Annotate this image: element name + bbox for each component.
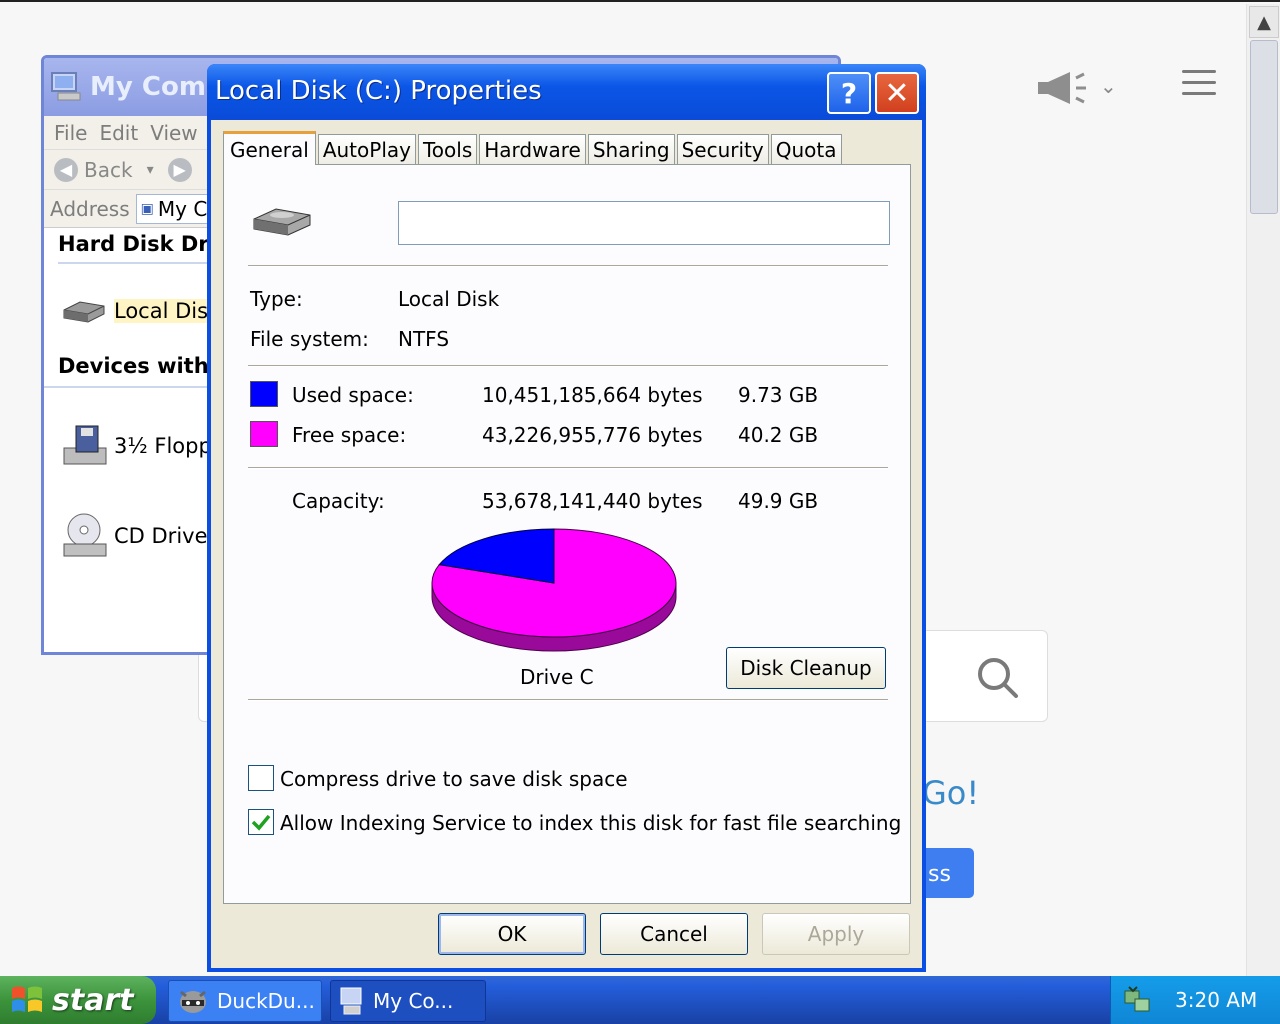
start-button[interactable]: start [0, 976, 156, 1024]
separator [248, 265, 888, 267]
back-button[interactable]: Back [84, 158, 133, 182]
free-space-bytes: 43,226,955,776 bytes [482, 423, 703, 447]
clock: 3:20 AM [1175, 988, 1258, 1012]
menu-edit[interactable]: Edit [99, 121, 138, 145]
cd-icon [63, 513, 107, 557]
tab-quota[interactable]: Quota [770, 134, 842, 164]
properties-dialog: Local Disk (C:) Properties ? ✕ General A… [207, 64, 926, 972]
close-button[interactable]: ✕ [875, 72, 919, 114]
computer-icon [51, 72, 81, 101]
tab-sharing[interactable]: Sharing [587, 134, 675, 164]
dialog-title: Local Disk (C:) Properties [215, 76, 542, 106]
tagline-fragment: Go! [922, 774, 980, 812]
item-floppy-label: 3½ Flopp [114, 434, 212, 458]
tab-autoplay[interactable]: AutoPlay [317, 134, 416, 164]
drive-icon [253, 208, 311, 236]
free-space-gb: 40.2 GB [738, 423, 819, 447]
disk-usage-pie [431, 528, 677, 652]
separator [248, 699, 888, 701]
cancel-button[interactable]: Cancel [600, 913, 748, 955]
forward-arrow-icon[interactable]: ▶ [167, 157, 192, 182]
network-tray-icon[interactable] [1123, 985, 1153, 1015]
compress-checkbox[interactable] [248, 765, 274, 791]
separator [248, 467, 888, 469]
scroll-up-button[interactable]: ▲ [1249, 6, 1279, 38]
free-space-swatch [250, 421, 278, 447]
disk-cleanup-button[interactable]: Disk Cleanup [726, 647, 886, 689]
taskbar: start DuckDu... My Co... 3:20 AM [0, 976, 1280, 1024]
tab-tools[interactable]: Tools [417, 134, 478, 164]
task-my-computer-label: My Co... [373, 989, 454, 1013]
back-arrow-icon[interactable]: ◀ [54, 157, 78, 182]
pie-top [431, 528, 677, 638]
back-dropdown-icon[interactable]: ▾ [147, 162, 154, 178]
item-floppy[interactable]: 3½ Flopp [62, 424, 212, 468]
drive-icon [63, 301, 105, 323]
indexing-label[interactable]: Allow Indexing Service to index this dis… [280, 811, 901, 835]
file-system-value: NTFS [398, 327, 450, 351]
floppy-icon [63, 425, 107, 465]
ok-button[interactable]: OK [438, 913, 586, 955]
section-removable: Devices with [58, 354, 209, 378]
item-cd-drive[interactable]: CD Drive [62, 512, 208, 560]
capacity-label: Capacity: [292, 489, 385, 513]
file-system-label: File system: [250, 327, 369, 351]
capacity-bytes: 53,678,141,440 bytes [482, 489, 703, 513]
system-tray: 3:20 AM [1110, 976, 1280, 1024]
type-value: Local Disk [398, 287, 500, 311]
computer-icon [340, 987, 362, 1015]
start-label: start [52, 982, 134, 1018]
item-cd-label: CD Drive [114, 524, 208, 548]
menu-view[interactable]: View [150, 121, 197, 145]
free-space-label: Free space: [292, 423, 407, 447]
used-space-label: Used space: [292, 383, 414, 407]
task-duckduckgo[interactable]: DuckDu... [168, 980, 322, 1022]
tab-general[interactable]: General [223, 131, 316, 165]
apply-button[interactable]: Apply [762, 913, 910, 955]
type-label: Type: [250, 287, 303, 311]
task-duckduckgo-label: DuckDu... [217, 989, 315, 1013]
address-label: Address [50, 196, 130, 221]
compress-label[interactable]: Compress drive to save disk space [280, 767, 628, 791]
chevron-down-icon[interactable]: ⌄ [1100, 74, 1117, 98]
pie-caption: Drive C [520, 665, 594, 689]
page-scrollbar[interactable]: ▲ [1246, 4, 1280, 978]
used-space-swatch [250, 381, 278, 407]
address-computer-icon: ▣ [140, 200, 154, 217]
used-space-gb: 9.73 GB [738, 383, 819, 407]
scroll-thumb[interactable] [1250, 40, 1278, 214]
help-button[interactable]: ? [827, 72, 871, 114]
windows-logo-icon [12, 986, 42, 1012]
indexing-checkbox[interactable] [248, 809, 274, 835]
tab-security[interactable]: Security [676, 134, 769, 164]
menu-icon[interactable] [1182, 70, 1216, 98]
item-local-disk-label: Local Disk [114, 299, 221, 323]
volume-label-input[interactable] [398, 201, 890, 245]
menu-file[interactable]: File [54, 121, 87, 145]
tab-hardware[interactable]: Hardware [479, 134, 586, 164]
dialog-body: General AutoPlay Tools Hardware Sharing … [211, 120, 922, 968]
dialog-titlebar[interactable]: Local Disk (C:) Properties ? ✕ [207, 64, 926, 120]
tab-strip: General AutoPlay Tools Hardware Sharing … [223, 131, 844, 165]
item-local-disk[interactable]: Local Disk [60, 296, 221, 326]
general-tab-panel: Type: Local Disk File system: NTFS Used … [223, 164, 911, 904]
capacity-gb: 49.9 GB [738, 489, 819, 513]
raccoon-icon [180, 990, 206, 1013]
megaphone-icon[interactable] [1036, 70, 1088, 106]
task-my-computer[interactable]: My Co... [330, 980, 486, 1022]
used-space-bytes: 10,451,185,664 bytes [482, 383, 703, 407]
search-icon[interactable] [976, 656, 1020, 700]
separator [248, 365, 888, 367]
address-value: My C [157, 196, 208, 221]
